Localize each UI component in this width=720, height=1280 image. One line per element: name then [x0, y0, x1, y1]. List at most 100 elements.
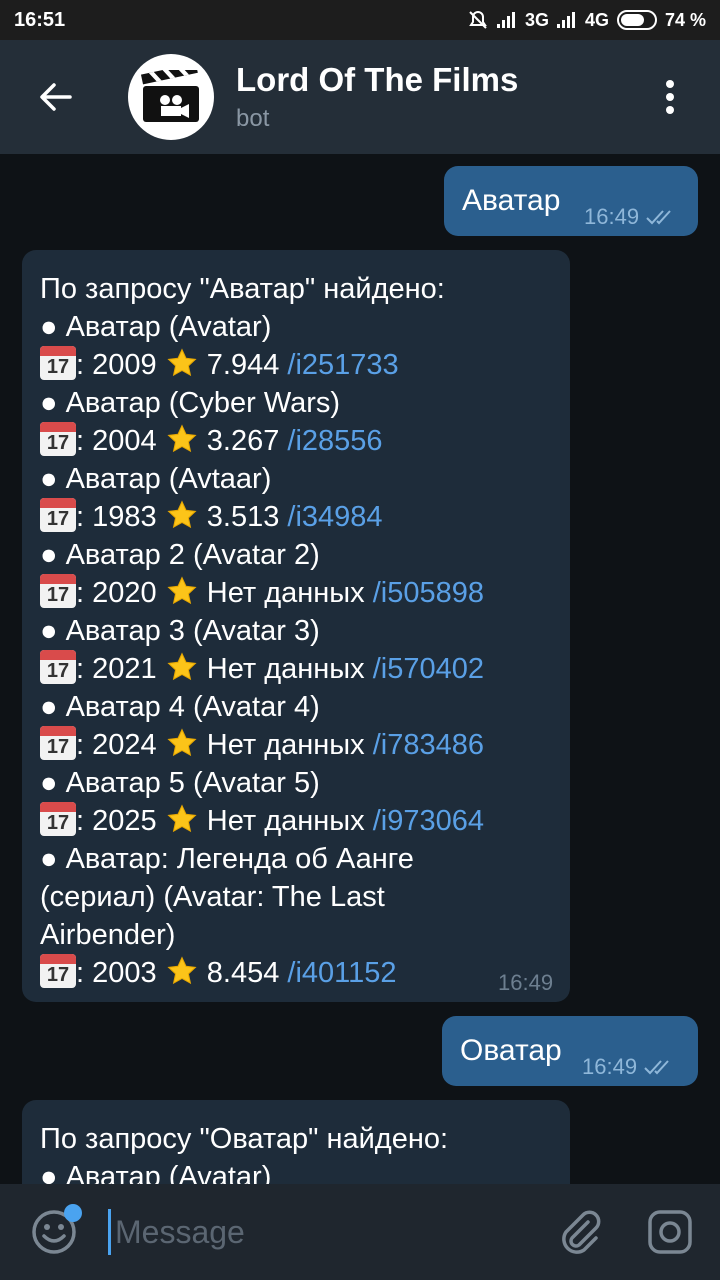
film-command-link[interactable]: /i28556: [287, 425, 382, 457]
film-info-line: 17: 2003 8.454 /i401152: [40, 954, 484, 992]
film-info-line: 17: 2004 3.267 /i28556: [40, 422, 484, 460]
calendar-icon: 17: [40, 498, 76, 532]
mute-icon: [469, 10, 487, 29]
message-input[interactable]: [115, 1213, 535, 1251]
double-check-icon: [644, 1060, 669, 1075]
message-composer: [0, 1184, 720, 1280]
star-icon: [167, 956, 197, 985]
film-rating: 8.454: [198, 957, 288, 989]
signal-icon: [556, 12, 577, 28]
film-rating: 3.513: [198, 501, 288, 533]
message-text: Аватар: [462, 184, 561, 217]
film-year: : 2004: [76, 425, 157, 457]
film-command-link[interactable]: /i401152: [287, 957, 396, 989]
message-time: 16:49: [582, 1054, 638, 1079]
film-rating: 3.267: [198, 425, 288, 457]
network-type-2: 4G: [584, 9, 609, 30]
message-line: (сериал) (Avatar: The Last: [40, 881, 385, 913]
message-line: По запросу "Аватар" найдено:: [40, 273, 445, 305]
text-cursor: [108, 1209, 111, 1255]
chat-subtitle: bot: [236, 105, 270, 132]
kebab-menu-icon: [666, 80, 674, 114]
more-menu-button[interactable]: [620, 40, 720, 154]
message-line: ● Аватар (Avatar): [40, 311, 272, 343]
double-check-icon: [646, 210, 671, 225]
star-icon: [167, 500, 197, 529]
attach-button[interactable]: [535, 1184, 625, 1280]
message-line: ● Аватар (Avtaar): [40, 463, 272, 495]
film-info-line: 17: 2021 Нет данных /i570402: [40, 650, 484, 688]
message-line: ● Аватар 5 (Avatar 5): [40, 767, 320, 799]
message-line: ● Аватар (Avatar): [40, 1161, 272, 1184]
camera-button[interactable]: [625, 1184, 715, 1280]
clapperboard-icon: [141, 70, 199, 122]
film-year: : 1983: [76, 501, 157, 533]
emoji-button[interactable]: [0, 1184, 108, 1280]
calendar-icon: 17: [40, 726, 76, 760]
battery-percent: 74 %: [664, 9, 706, 30]
message-body: По запросу "Аватар" найдено: ● Аватар (Av…: [40, 270, 484, 992]
film-year: : 2021: [76, 653, 157, 685]
paperclip-icon: [562, 1210, 601, 1254]
bot-avatar[interactable]: [128, 54, 214, 140]
message-list[interactable]: Аватар 16:49 По запросу "Аватар" найдено…: [0, 154, 720, 1184]
calendar-icon: 17: [40, 422, 76, 456]
film-year: : 2020: [76, 577, 157, 609]
chat-title-block[interactable]: Lord Of The Films bot: [236, 61, 518, 133]
incoming-message[interactable]: По запросу "Аватар" найдено: ● Аватар (Av…: [22, 250, 570, 1002]
outgoing-message[interactable]: Оватар 16:49: [442, 1016, 698, 1086]
film-rating: Нет данных: [198, 653, 373, 685]
film-command-link[interactable]: /i34984: [287, 501, 382, 533]
star-icon: [167, 804, 197, 833]
star-icon: [167, 424, 197, 453]
calendar-icon: 17: [40, 346, 76, 380]
message-meta: 16:49: [584, 204, 677, 230]
star-icon: [167, 728, 197, 757]
chat-title: Lord Of The Films: [236, 61, 519, 98]
film-year: : 2009: [76, 349, 157, 381]
battery-icon: [616, 10, 657, 30]
calendar-icon: 17: [40, 802, 76, 836]
notification-dot: [64, 1204, 82, 1222]
star-icon: [167, 576, 197, 605]
outgoing-message[interactable]: Аватар 16:49: [444, 166, 698, 236]
message-text: Оватар: [460, 1034, 562, 1067]
incoming-message[interactable]: По запросу "Оватар" найдено: ● Аватар (Av…: [22, 1100, 570, 1184]
film-info-line: 17: 2025 Нет данных /i973064: [40, 802, 484, 840]
message-line: ● Аватар 4 (Avatar 4): [40, 691, 320, 723]
camera-icon: [648, 1210, 692, 1254]
status-icons: 3G 4G 74 %: [467, 9, 706, 31]
film-year: : 2024: [76, 729, 157, 761]
signal-icon: [496, 12, 517, 28]
film-rating: Нет данных: [198, 805, 373, 837]
film-command-link[interactable]: /i973064: [373, 805, 484, 837]
film-info-line: 17: 2009 7.944 /i251733: [40, 346, 484, 384]
arrow-left-icon: [40, 83, 72, 111]
star-icon: [167, 348, 197, 377]
film-rating: Нет данных: [198, 729, 373, 761]
chat-header: Lord Of The Films bot: [0, 40, 720, 154]
film-rating: Нет данных: [198, 577, 373, 609]
message-line: ● Аватар 2 (Avatar 2): [40, 539, 320, 571]
film-command-link[interactable]: /i783486: [373, 729, 484, 761]
film-rating: 7.944: [198, 349, 288, 381]
film-command-link[interactable]: /i251733: [287, 349, 398, 381]
film-command-link[interactable]: /i505898: [373, 577, 484, 609]
message-body: По запросу "Оватар" найдено: ● Аватар (Av…: [40, 1120, 448, 1184]
film-info-line: 17: 2020 Нет данных /i505898: [40, 574, 484, 612]
calendar-icon: 17: [40, 650, 76, 684]
message-line: ● Аватар 3 (Avatar 3): [40, 615, 320, 647]
message-line: ● Аватар: Легенда об Аанге: [40, 843, 414, 875]
message-line: По запросу "Оватар" найдено:: [40, 1123, 449, 1155]
film-info-line: 17: 2024 Нет данных /i783486: [40, 726, 484, 764]
film-year: : 2003: [76, 957, 157, 989]
back-button[interactable]: [0, 40, 112, 154]
message-meta: 16:49: [582, 1054, 675, 1080]
star-icon: [167, 652, 197, 681]
film-command-link[interactable]: /i570402: [373, 653, 484, 685]
film-year: : 2025: [76, 805, 157, 837]
status-bar: 16:51 3G 4G 74 %: [0, 0, 720, 40]
calendar-icon: 17: [40, 954, 76, 988]
message-line: ● Аватар (Cyber Wars): [40, 387, 341, 419]
message-line: Airbender): [40, 919, 176, 951]
